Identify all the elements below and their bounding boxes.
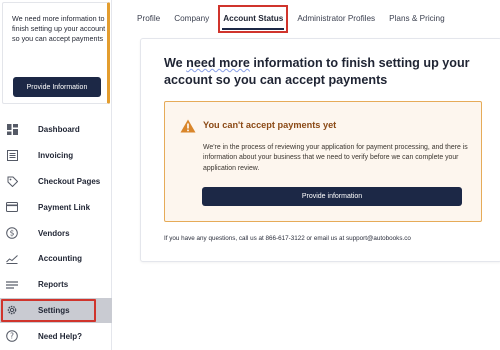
tab-active-indicator — [222, 28, 285, 30]
account-status-card: We need more information to finish setti… — [140, 38, 500, 262]
sidebar: We need more information to finish setti… — [0, 0, 112, 350]
tab-profile[interactable]: Profile — [130, 4, 167, 32]
svg-text:$: $ — [10, 229, 15, 238]
tag-icon — [6, 175, 18, 187]
sidebar-item-label: Invoicing — [38, 151, 74, 161]
sidebar-item-reports[interactable]: Reports — [0, 272, 112, 298]
promo-provide-information-button[interactable]: Provide Information — [13, 77, 101, 97]
sidebar-item-need-help[interactable]: ? Need Help? — [0, 323, 112, 349]
dollar-icon: $ — [6, 227, 18, 239]
sidebar-item-dashboard[interactable]: Dashboard — [0, 117, 112, 143]
page-title: We need more information to finish setti… — [164, 55, 494, 89]
sidebar-item-label: Settings — [38, 305, 70, 315]
promo-text: We need more information to finish setti… — [12, 14, 106, 43]
sidebar-item-label: Checkout Pages — [38, 176, 101, 186]
card-icon — [6, 201, 18, 213]
title-text-flagged: need more — [186, 56, 250, 70]
invoice-icon — [6, 150, 18, 162]
tab-label: Company — [174, 13, 210, 23]
contact-info: If you have any questions, call us at 86… — [164, 235, 411, 242]
sidebar-nav: Dashboard Invoicing Checkout Pages Payme… — [0, 117, 112, 349]
gear-icon — [6, 304, 18, 316]
tab-account-status[interactable]: Account Status — [216, 4, 290, 33]
provide-information-button[interactable]: Provide information — [202, 187, 462, 206]
tab-administrator-profiles[interactable]: Administrator Profiles — [290, 4, 382, 32]
warning-title: You can't accept payments yet — [203, 120, 337, 130]
dashboard-icon — [6, 124, 18, 136]
reports-icon — [6, 279, 18, 291]
sidebar-item-checkout-pages[interactable]: Checkout Pages — [0, 169, 112, 195]
sidebar-item-label: Need Help? — [38, 331, 83, 341]
tab-company[interactable]: Company — [167, 4, 216, 32]
chart-icon — [6, 253, 18, 265]
warning-body: We're in the process of reviewing your a… — [203, 144, 468, 172]
payments-warning-box: You can't accept payments yet We're in t… — [164, 101, 482, 222]
warning-icon — [180, 119, 196, 133]
tab-label: Plans & Pricing — [389, 13, 445, 23]
settings-tabs: Profile Company Account Status Administr… — [130, 4, 452, 33]
tab-label: Profile — [137, 13, 161, 23]
sidebar-item-accounting[interactable]: Accounting — [0, 246, 112, 272]
sidebar-item-invoicing[interactable]: Invoicing — [0, 143, 112, 169]
title-text-start: We — [164, 56, 187, 70]
tab-label: Administrator Profiles — [297, 13, 376, 23]
help-icon: ? — [6, 330, 18, 343]
sidebar-item-payment-link[interactable]: Payment Link — [0, 194, 112, 220]
sidebar-item-label: Dashboard — [38, 125, 80, 135]
setup-promo-card: We need more information to finish setti… — [2, 2, 110, 104]
sidebar-item-label: Vendors — [38, 228, 70, 238]
sidebar-item-vendors[interactable]: $ Vendors — [0, 220, 112, 246]
tab-plans-pricing[interactable]: Plans & Pricing — [382, 4, 452, 32]
sidebar-item-label: Reports — [38, 280, 69, 290]
sidebar-item-label: Accounting — [38, 254, 82, 264]
svg-text:?: ? — [10, 332, 14, 341]
sidebar-item-settings[interactable]: Settings — [0, 297, 112, 324]
sidebar-item-label: Payment Link — [38, 202, 91, 212]
